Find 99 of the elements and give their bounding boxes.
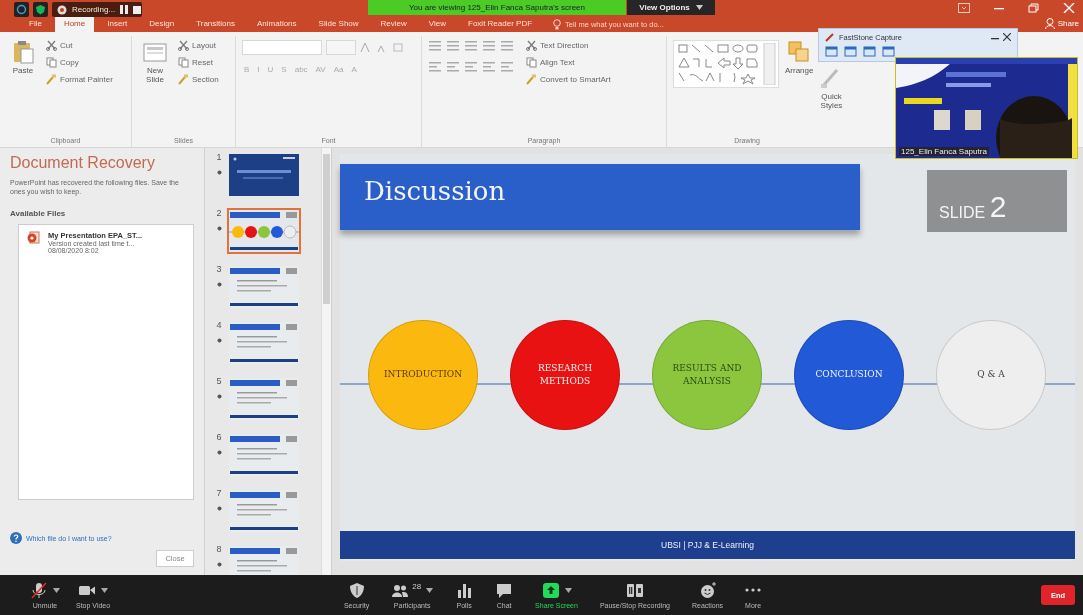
ribbon-button-icon: [526, 57, 537, 68]
person-icon: [1044, 18, 1055, 29]
ribbon-button-icon: [46, 74, 57, 85]
topic-circle: Q & A: [936, 320, 1046, 430]
scrollbar[interactable]: [321, 148, 331, 575]
caret-icon[interactable]: [53, 587, 60, 593]
ribbon-tab[interactable]: Foxit Reader PDF: [459, 17, 542, 32]
ribbon-display-icon[interactable]: [958, 3, 970, 13]
caret-icon[interactable]: [101, 587, 109, 593]
ribbon-button-icon: [178, 40, 189, 51]
close-icon[interactable]: [1003, 33, 1011, 41]
ribbon-button[interactable]: Cut: [46, 40, 113, 51]
ribbon-button-icon: [787, 40, 812, 64]
muted-microphone-icon: [30, 581, 48, 599]
ribbon-tab[interactable]: Design: [140, 17, 184, 32]
participant-count: 28: [412, 581, 422, 591]
slide-thumbnail[interactable]: [227, 488, 301, 534]
slide-thumbnail[interactable]: [227, 264, 301, 310]
topic-circle: INTRODUCTION: [368, 320, 478, 430]
capture-tool-icon[interactable]: [844, 46, 857, 57]
ribbon-tab[interactable]: Slide Show: [309, 17, 368, 32]
capture-tool-icon[interactable]: [825, 46, 838, 57]
ribbon-button[interactable]: Format Painter: [46, 74, 113, 85]
ribbon-button-icon: [46, 57, 57, 68]
pause-stop-icon: [625, 581, 644, 599]
ribbon-tab[interactable]: Insert: [98, 17, 137, 32]
slide-number-badge: SLIDE 2: [927, 170, 1067, 232]
font-size-field[interactable]: [326, 40, 356, 55]
slide-number: 2: [216, 208, 222, 218]
ribbon-button[interactable]: Layout: [178, 40, 219, 51]
slide-title: Discussion: [340, 164, 860, 230]
view-options-button[interactable]: View Options: [627, 0, 715, 15]
slide-number: 4: [216, 320, 222, 330]
slide-thumbnail[interactable]: [227, 432, 301, 478]
more-icon: [745, 588, 762, 592]
section-label: Available Files: [10, 208, 67, 218]
ribbon-button-icon: [178, 74, 189, 85]
caret-icon[interactable]: [695, 5, 703, 10]
slide-number: 5: [216, 376, 222, 386]
ribbon-button-icon: [178, 57, 189, 68]
pane-title: Document Recovery: [10, 154, 156, 172]
ribbon-tab[interactable]: Home: [54, 17, 95, 32]
slide-footer: UBSI | PJJ & E-Learning: [340, 531, 1075, 559]
slide-thumbnail[interactable]: [227, 376, 301, 422]
ribbon-tab[interactable]: View: [419, 17, 456, 32]
share-screen-icon: [541, 581, 560, 599]
help-icon: [10, 532, 22, 544]
slide-number: 8: [216, 544, 222, 554]
ribbon-tab[interactable]: File: [20, 17, 51, 32]
ribbon-button-icon: [526, 74, 537, 85]
ribbon-button[interactable]: Arrange: [785, 40, 814, 137]
lightbulb-icon: [553, 19, 562, 30]
slide-number: 1: [216, 152, 222, 162]
topic-circle: CONCLUSION: [794, 320, 904, 430]
ribbon-button[interactable]: New Slide: [138, 40, 172, 137]
ribbon-button-icon: [143, 40, 167, 64]
capture-tool-icon[interactable]: [863, 46, 876, 57]
restore-icon[interactable]: [1028, 3, 1040, 13]
ribbon-button[interactable]: Align Text: [526, 57, 611, 68]
ribbon-button[interactable]: Copy: [46, 57, 113, 68]
ribbon-button[interactable]: Section: [178, 74, 219, 85]
slide-thumbnail[interactable]: [227, 208, 301, 254]
topic-circle: RESULTS AND ANALYSIS: [652, 320, 762, 430]
ribbon-button[interactable]: Text Direction: [526, 40, 611, 51]
capture-tool-icon[interactable]: [882, 46, 895, 57]
ribbon-tab[interactable]: Animations: [248, 17, 306, 32]
ribbon-button[interactable]: Paste: [6, 40, 40, 137]
slide-thumbnail[interactable]: [227, 152, 301, 198]
caret-icon[interactable]: [426, 587, 434, 593]
smiley-icon: [698, 581, 717, 599]
font-name-field[interactable]: [242, 40, 322, 55]
shield-icon: [347, 581, 366, 599]
topic-circle: RESEARCH METHODS: [510, 320, 620, 430]
viewing-banner: You are viewing 125_Elin Fanca Saputra's screen: [368, 0, 626, 15]
shield-app-icon[interactable]: [33, 2, 48, 17]
caret-icon[interactable]: [564, 587, 572, 593]
slide-number: 3: [216, 264, 222, 274]
ribbon-button[interactable]: Convert to SmartArt: [526, 74, 611, 85]
pause-icon[interactable]: [120, 5, 129, 14]
pen-icon: [825, 32, 835, 42]
ribbon-tab[interactable]: Review: [371, 17, 416, 32]
share-button[interactable]: Share: [1044, 18, 1079, 29]
record-icon: [57, 4, 67, 15]
ribbon-tab[interactable]: Transitions: [187, 17, 244, 32]
bar-chart-icon: [455, 581, 474, 599]
ribbon-button-icon: [46, 40, 57, 51]
slide-number: 7: [216, 488, 222, 498]
ribbon-button[interactable]: Reset: [178, 57, 219, 68]
app-icon[interactable]: [14, 2, 29, 17]
participant-name: 125_Elin Fanca Saputra: [899, 147, 989, 156]
slide-number: 6: [216, 432, 222, 442]
chat-bubble-icon: [495, 581, 514, 599]
ribbon-button-icon: [11, 40, 35, 64]
ribbon-button-icon: [526, 40, 537, 51]
presentation-file-icon: [27, 230, 40, 244]
slide-thumbnail[interactable]: [227, 320, 301, 366]
ribbon-button[interactable]: Quick Styles: [819, 66, 844, 137]
recording-label: Recording...: [72, 5, 116, 14]
stop-icon[interactable]: [133, 5, 142, 14]
